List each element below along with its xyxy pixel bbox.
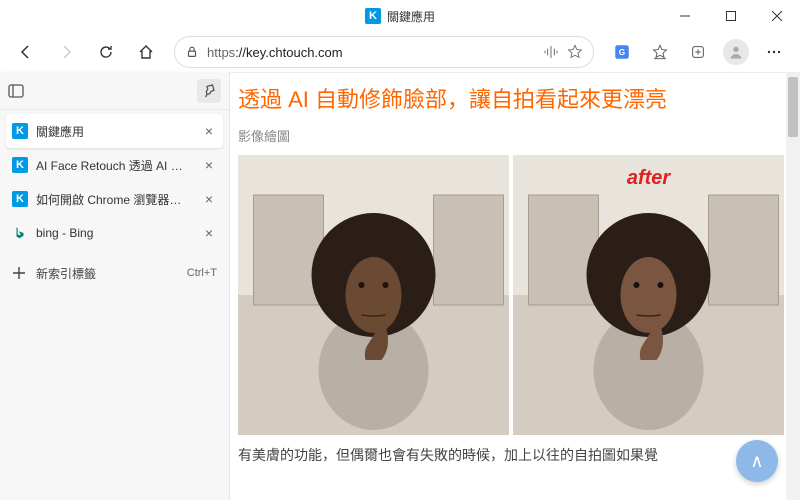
plus-icon — [12, 266, 26, 280]
tab-close-button[interactable]: × — [201, 225, 217, 241]
vertical-tab[interactable]: K AI Face Retouch 透過 AI 自動修飾 × — [6, 148, 223, 182]
new-tab-shortcut: Ctrl+T — [187, 267, 217, 279]
new-tab-button[interactable]: 新索引標籤 Ctrl+T — [6, 256, 223, 290]
read-aloud-icon[interactable] — [543, 44, 559, 60]
url-text: https://key.chtouch.com — [207, 45, 343, 60]
new-tab-label: 新索引標籤 — [36, 265, 96, 282]
tab-label: AI Face Retouch 透過 AI 自動修飾 — [36, 157, 193, 174]
article-meta: 影像繪圖 — [238, 126, 784, 145]
lock-icon — [185, 45, 199, 59]
pin-icon[interactable] — [197, 79, 221, 103]
profile-button[interactable] — [718, 36, 754, 68]
tab-favicon-k: K — [12, 191, 28, 207]
article-body: 有美膚的功能，但偶爾也會有失敗的時候，加上以往的自拍圖如果覺 — [238, 445, 784, 465]
menu-button[interactable] — [756, 36, 792, 68]
vertical-tab[interactable]: K 如何開啟 Chrome 瀏覽器的 Tab S × — [6, 182, 223, 216]
vertical-tabs-panel: K 關鍵應用 × K AI Face Retouch 透過 AI 自動修飾 × K 如何開啟 … — [0, 72, 230, 500]
tab-favicon-k: K — [12, 123, 28, 139]
tab-label: 關鍵應用 — [36, 123, 193, 140]
back-button[interactable] — [8, 36, 44, 68]
vertical-tab[interactable]: bing - Bing × — [6, 216, 223, 250]
svg-text:G: G — [619, 48, 625, 57]
tabs-toggle-icon[interactable] — [8, 83, 24, 99]
comparison-image: after — [238, 155, 784, 435]
close-button[interactable] — [754, 0, 800, 32]
favorites-button[interactable] — [642, 36, 678, 68]
scroll-thumb[interactable] — [788, 77, 798, 137]
home-button[interactable] — [128, 36, 164, 68]
window-title: 關鍵應用 — [387, 8, 435, 25]
vertical-tabs-list: K 關鍵應用 × K AI Face Retouch 透過 AI 自動修飾 × K 如何開啟 … — [0, 110, 229, 294]
tab-close-button[interactable]: × — [201, 123, 217, 139]
image-before — [238, 155, 509, 435]
page-content: 透過 AI 自動修飾臉部，讓自拍看起來更漂亮 影像繪圖 — [230, 72, 800, 500]
window-titlebar: K 關鍵應用 — [0, 0, 800, 32]
tab-favicon-k: K — [12, 157, 28, 173]
minimize-button[interactable] — [662, 0, 708, 32]
tab-label: bing - Bing — [36, 226, 193, 240]
window-title-wrap: K 關鍵應用 — [365, 8, 435, 25]
tab-close-button[interactable]: × — [201, 191, 217, 207]
vertical-tabs-header — [0, 72, 229, 110]
tab-close-button[interactable]: × — [201, 157, 217, 173]
favorite-star-icon[interactable] — [567, 44, 583, 60]
collections-button[interactable] — [680, 36, 716, 68]
tab-label: 如何開啟 Chrome 瀏覽器的 Tab S — [36, 191, 193, 208]
article-title: 透過 AI 自動修飾臉部，讓自拍看起來更漂亮 — [238, 85, 784, 116]
translate-button[interactable]: G — [604, 36, 640, 68]
browser-toolbar: https://key.chtouch.com G — [0, 32, 800, 72]
window-controls — [662, 0, 800, 32]
after-label: after — [627, 167, 670, 190]
forward-button[interactable] — [48, 36, 84, 68]
tab-favicon-bing — [12, 225, 28, 241]
vertical-tab[interactable]: K 關鍵應用 × — [6, 114, 223, 148]
image-after: after — [513, 155, 784, 435]
scroll-top-button[interactable]: ∧ — [736, 440, 778, 482]
vertical-scrollbar[interactable] — [786, 73, 800, 500]
refresh-button[interactable] — [88, 36, 124, 68]
app-favicon: K — [365, 8, 381, 24]
maximize-button[interactable] — [708, 0, 754, 32]
address-bar[interactable]: https://key.chtouch.com — [174, 36, 594, 68]
